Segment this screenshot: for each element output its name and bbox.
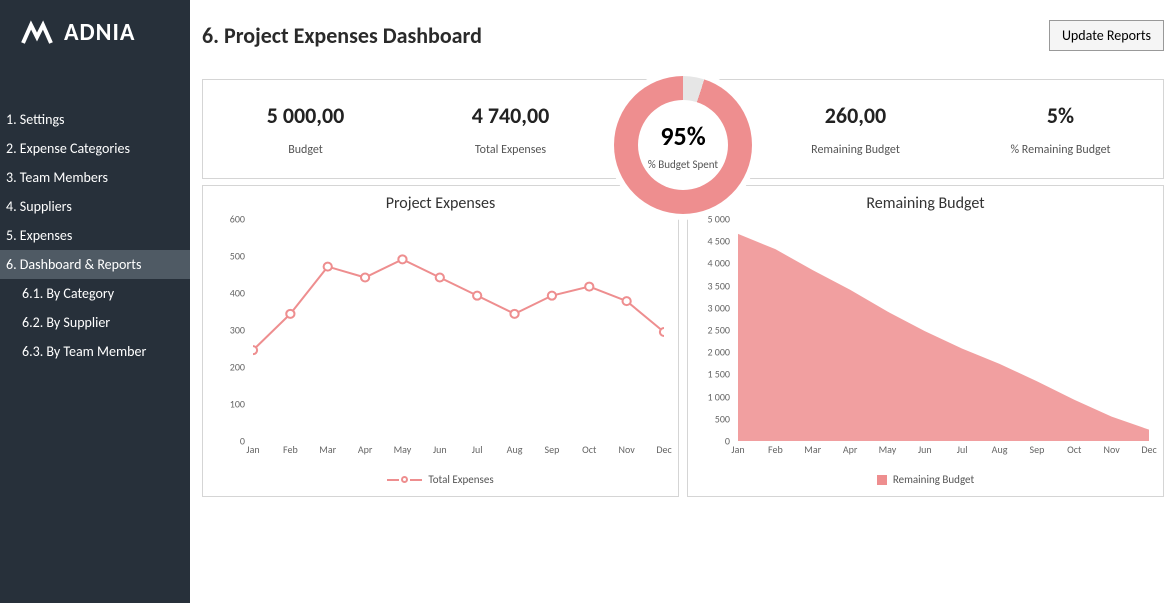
charts-row: Project Expenses 0 100 200 300 400 500 600 Jan… — [202, 185, 1164, 497]
stat-remaining-budget-value: 260,00 — [825, 102, 886, 129]
main-content: 6. Project Expenses Dashboard Update Rep… — [190, 0, 1176, 603]
stat-remaining-budget: 260,00 Remaining Budget — [753, 80, 958, 178]
x-tick: Apr — [843, 443, 858, 456]
y-tick: 1 500 — [707, 368, 730, 381]
sidebar-item-3[interactable]: 4. Suppliers — [0, 192, 190, 221]
x-tick: Mar — [804, 443, 821, 456]
x-tick: Jun — [433, 443, 447, 456]
x-tick: Mar — [319, 443, 336, 456]
budget-spent-donut: 95% % Budget Spent — [608, 70, 758, 220]
stat-total-expenses-label: Total Expenses — [475, 143, 546, 157]
brand-logo: ADNIA — [0, 0, 190, 65]
x-tick: Sep — [1029, 443, 1044, 456]
stat-remaining-budget-label: Remaining Budget — [811, 143, 900, 157]
line-marker-icon — [387, 476, 422, 483]
y-tick: 2 500 — [707, 324, 730, 337]
y-tick: 0 — [725, 435, 730, 448]
y-tick: 1 000 — [707, 390, 730, 403]
stat-total-expenses-value: 4 740,00 — [472, 102, 550, 129]
y-tick: 400 — [230, 286, 245, 299]
expenses-legend-label: Total Expenses — [428, 473, 493, 486]
brand-name: ADNIA — [64, 18, 135, 47]
y-tick: 100 — [230, 398, 245, 411]
square-marker-icon — [877, 475, 887, 485]
y-tick: 3 500 — [707, 279, 730, 292]
brand-logo-icon — [20, 20, 54, 46]
y-tick: 500 — [715, 412, 730, 425]
x-tick: Jan — [246, 443, 259, 456]
y-tick: 500 — [230, 249, 245, 262]
x-tick: Jan — [731, 443, 744, 456]
expenses-x-axis: JanFebMarAprMayJunJulAugSepOctNovDec — [253, 443, 664, 459]
sidebar-item-5[interactable]: 6. Dashboard & Reports — [0, 250, 190, 279]
remaining-x-axis: JanFebMarAprMayJunJulAugSepOctNovDec — [738, 443, 1149, 459]
project-expenses-chart: Project Expenses 0 100 200 300 400 500 600 Jan… — [202, 185, 679, 497]
y-tick: 4 500 — [707, 235, 730, 248]
expenses-chart-title: Project Expenses — [213, 194, 668, 213]
x-tick: May — [394, 443, 412, 456]
x-tick: Apr — [358, 443, 373, 456]
stat-budget-value: 5 000,00 — [267, 102, 345, 129]
remaining-plot — [738, 223, 1149, 441]
expenses-legend: Total Expenses — [213, 473, 668, 486]
stat-pct-remaining-label: % Remaining Budget — [1011, 143, 1111, 157]
remaining-budget-chart: Remaining Budget 0 500 1 000 1 500 2 000 2 50… — [687, 185, 1164, 497]
page-title: 6. Project Expenses Dashboard — [202, 22, 482, 49]
x-tick: May — [879, 443, 897, 456]
stat-total-expenses: 4 740,00 Total Expenses — [408, 80, 613, 178]
stat-budget: 5 000,00 Budget — [203, 80, 408, 178]
donut-label: % Budget Spent — [648, 158, 718, 171]
sidebar-item-7[interactable]: 6.2. By Supplier — [0, 308, 190, 337]
y-tick: 200 — [230, 360, 245, 373]
x-tick: Nov — [619, 443, 635, 456]
stat-budget-label: Budget — [288, 143, 323, 157]
expenses-plot — [253, 223, 664, 441]
remaining-y-axis: 05001 0001 5002 0002 5003 0003 5004 0004… — [698, 219, 734, 441]
sidebar-item-4[interactable]: 5. Expenses — [0, 221, 190, 250]
x-tick: Feb — [768, 443, 783, 456]
expenses-chart-body: 0100200300400500600 JanFebMarAprMayJunJu… — [213, 219, 668, 469]
y-tick: 0 — [240, 435, 245, 448]
sidebar-item-0[interactable]: 1. Settings — [0, 105, 190, 134]
x-tick: Feb — [283, 443, 298, 456]
sidebar-nav: 1. Settings2. Expense Categories3. Team … — [0, 65, 190, 366]
x-tick: Oct — [582, 443, 596, 456]
update-reports-button[interactable]: Update Reports — [1049, 20, 1164, 51]
header-row: 6. Project Expenses Dashboard Update Rep… — [202, 20, 1164, 51]
stat-pct-remaining: 5% % Remaining Budget — [958, 80, 1163, 178]
y-tick: 3 000 — [707, 301, 730, 314]
y-tick: 300 — [230, 324, 245, 337]
x-tick: Jul — [472, 443, 483, 456]
remaining-legend: Remaining Budget — [698, 473, 1153, 486]
x-tick: Aug — [992, 443, 1008, 456]
x-tick: Dec — [656, 443, 671, 456]
expenses-y-axis: 0100200300400500600 — [213, 219, 249, 441]
x-tick: Sep — [544, 443, 559, 456]
y-tick: 600 — [230, 213, 245, 226]
remaining-chart-title: Remaining Budget — [698, 194, 1153, 213]
donut-value: 95% — [660, 120, 705, 152]
x-tick: Aug — [507, 443, 523, 456]
x-tick: Dec — [1141, 443, 1156, 456]
y-tick: 4 000 — [707, 257, 730, 270]
x-tick: Jun — [918, 443, 932, 456]
sidebar-item-1[interactable]: 2. Expense Categories — [0, 134, 190, 163]
stat-pct-remaining-value: 5% — [1047, 102, 1074, 129]
remaining-chart-body: 0 500 1 000 1 500 2 000 2 500 3 000 3 500 4 000 4… — [698, 219, 1153, 469]
sidebar-item-2[interactable]: 3. Team Members — [0, 163, 190, 192]
x-tick: Oct — [1067, 443, 1081, 456]
x-tick: Nov — [1104, 443, 1120, 456]
sidebar-item-6[interactable]: 6.1. By Category — [0, 279, 190, 308]
sidebar-item-8[interactable]: 6.3. By Team Member — [0, 337, 190, 366]
remaining-legend-label: Remaining Budget — [893, 473, 974, 486]
x-tick: Jul — [957, 443, 968, 456]
sidebar: ADNIA 1. Settings2. Expense Categories3.… — [0, 0, 190, 603]
y-tick: 2 000 — [707, 346, 730, 359]
